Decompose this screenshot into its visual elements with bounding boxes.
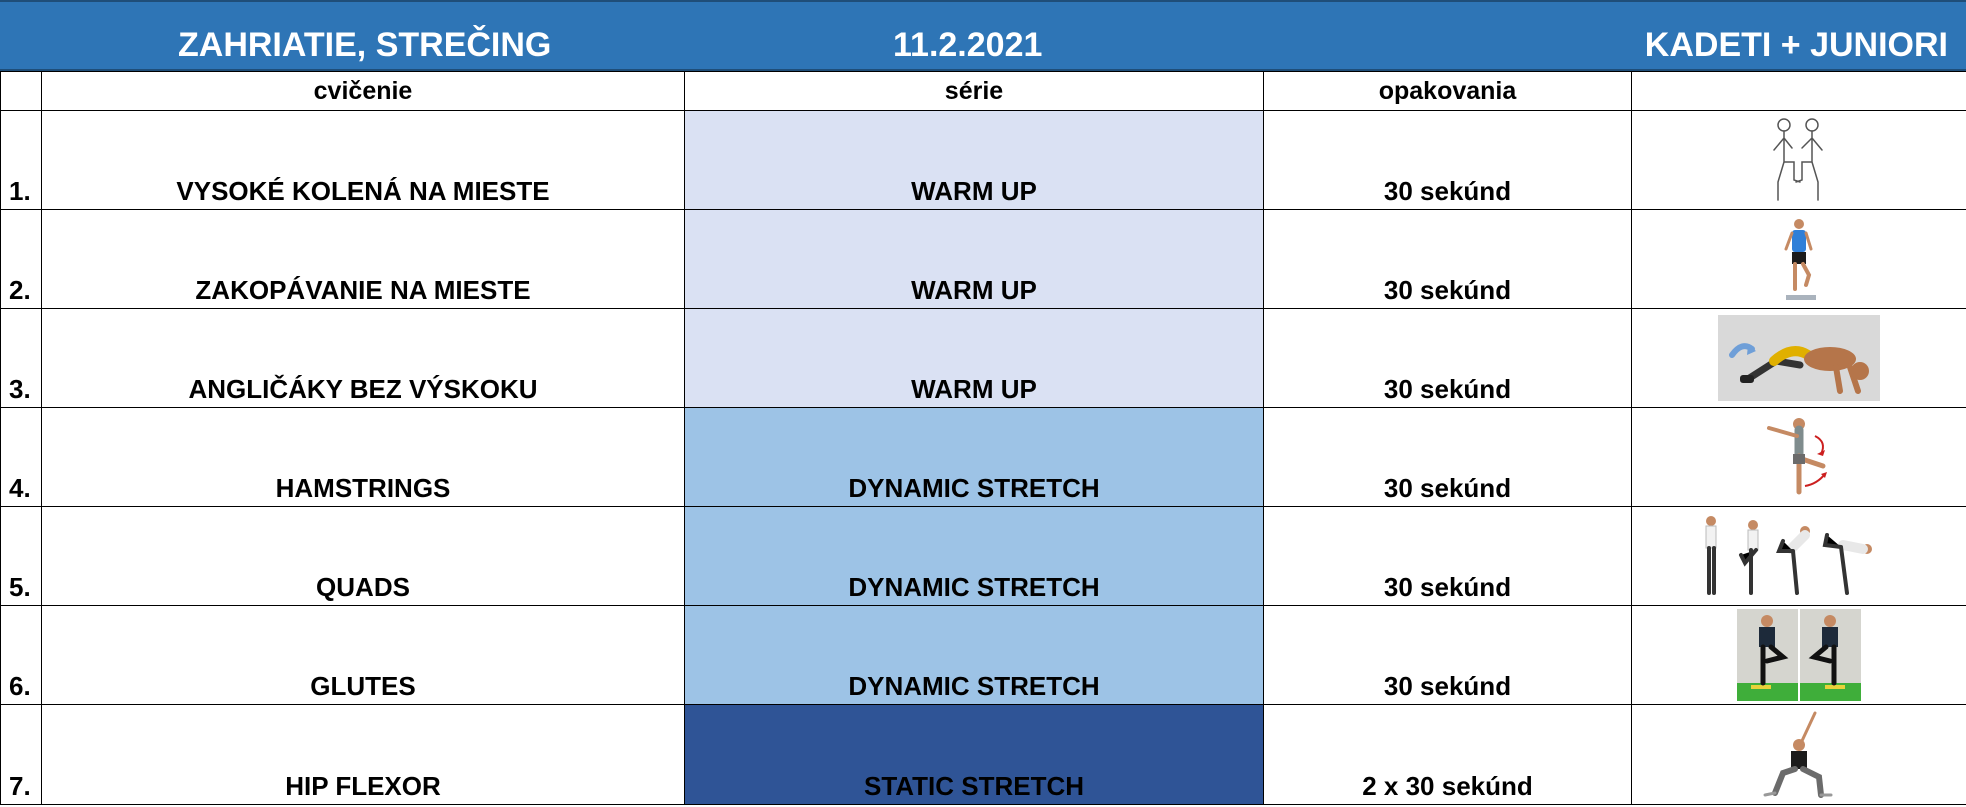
reps-cell[interactable]: 2 x 30 sekúnd	[1263, 704, 1632, 805]
table-row: 2. ZAKOPÁVANIE NA MIESTE WARM UP 30 sekú…	[0, 209, 1966, 309]
series-cell[interactable]: WARM UP	[684, 308, 1264, 408]
table-row: 5. QUADS DYNAMIC STRETCH 30 sekúnd	[0, 506, 1966, 606]
column-header-exercise[interactable]: cvičenie	[41, 71, 685, 111]
reps-cell[interactable]: 30 sekúnd	[1263, 308, 1632, 408]
image-cell[interactable]	[1631, 506, 1966, 606]
exercise-cell[interactable]: ZAKOPÁVANIE NA MIESTE	[41, 209, 685, 309]
table-row: 4. HAMSTRINGS DYNAMIC STRETCH 30 sekúnd	[0, 407, 1966, 507]
column-header-image[interactable]	[1631, 71, 1966, 111]
image-cell[interactable]	[1631, 209, 1966, 309]
reps-cell[interactable]: 30 sekúnd	[1263, 506, 1632, 606]
series-cell[interactable]: WARM UP	[684, 110, 1264, 210]
image-cell[interactable]	[1631, 407, 1966, 507]
butt-kicks-photo-image	[1764, 215, 1834, 303]
table-row: 3. ANGLIČÁKY BEZ VÝSKOKU WARM UP 30 sekú…	[0, 308, 1966, 408]
image-cell[interactable]	[1631, 605, 1966, 705]
row-number-cell[interactable]: 4.	[0, 407, 42, 507]
exercise-cell[interactable]: HIP FLEXOR	[41, 704, 685, 805]
series-cell[interactable]: WARM UP	[684, 209, 1264, 309]
table-row: 7. HIP FLEXOR STATIC STRETCH 2 x 30 sekú…	[0, 704, 1966, 805]
high-knees-sketch-image	[1764, 116, 1834, 204]
series-cell[interactable]: STATIC STRETCH	[684, 704, 1264, 805]
image-cell[interactable]	[1631, 308, 1966, 408]
burpee-illustration-image	[1718, 315, 1880, 401]
hip-flexor-lunge-photo-image	[1761, 708, 1837, 801]
header-row: cvičenie série opakovania	[0, 71, 1966, 111]
glute-stretch-photos-image	[1737, 609, 1861, 701]
reps-cell[interactable]: 30 sekúnd	[1263, 605, 1632, 705]
reps-cell[interactable]: 30 sekúnd	[1263, 209, 1632, 309]
row-number-cell[interactable]: 7.	[0, 704, 42, 805]
row-number-cell[interactable]: 3.	[0, 308, 42, 408]
exercise-cell[interactable]: ANGLIČÁKY BEZ VÝSKOKU	[41, 308, 685, 408]
exercise-cell[interactable]: GLUTES	[41, 605, 685, 705]
exercise-cell[interactable]: HAMSTRINGS	[41, 407, 685, 507]
column-header-reps[interactable]: opakovania	[1263, 71, 1632, 111]
series-cell[interactable]: DYNAMIC STRETCH	[684, 506, 1264, 606]
row-number-cell[interactable]: 1.	[0, 110, 42, 210]
exercise-cell[interactable]: QUADS	[41, 506, 685, 606]
row-number-cell[interactable]: 6.	[0, 605, 42, 705]
table-row: 1. VYSOKÉ KOLENÁ NA MIESTE WARM UP 30 se…	[0, 110, 1966, 210]
sheet-group: KADETI + JUNIORI	[1644, 26, 1948, 64]
column-header-number[interactable]	[0, 71, 42, 111]
spreadsheet: ZAHRIATIE, STREČING 11.2.2021 KADETI + J…	[0, 0, 1966, 807]
exercise-cell[interactable]: VYSOKÉ KOLENÁ NA MIESTE	[41, 110, 685, 210]
column-header-series[interactable]: série	[684, 71, 1264, 111]
leg-swing-illustration-image	[1759, 414, 1839, 500]
row-number-cell[interactable]: 5.	[0, 506, 42, 606]
series-cell[interactable]: DYNAMIC STRETCH	[684, 605, 1264, 705]
sheet-date: 11.2.2021	[893, 26, 1043, 64]
exercise-table: cvičenie série opakovania 1. VYSOKÉ KOLE…	[0, 71, 1966, 805]
row-number-cell[interactable]: 2.	[0, 209, 42, 309]
reps-cell[interactable]: 30 sekúnd	[1263, 407, 1632, 507]
sheet-title: ZAHRIATIE, STREČING	[178, 26, 552, 64]
image-cell[interactable]	[1631, 110, 1966, 210]
reps-cell[interactable]: 30 sekúnd	[1263, 110, 1632, 210]
image-cell[interactable]	[1631, 704, 1966, 805]
title-band: ZAHRIATIE, STREČING 11.2.2021 KADETI + J…	[0, 0, 1966, 71]
table-row: 6. GLUTES DYNAMIC STRETCH 30 sekúnd	[0, 605, 1966, 705]
quad-stretch-sequence-image	[1701, 513, 1897, 599]
series-cell[interactable]: DYNAMIC STRETCH	[684, 407, 1264, 507]
